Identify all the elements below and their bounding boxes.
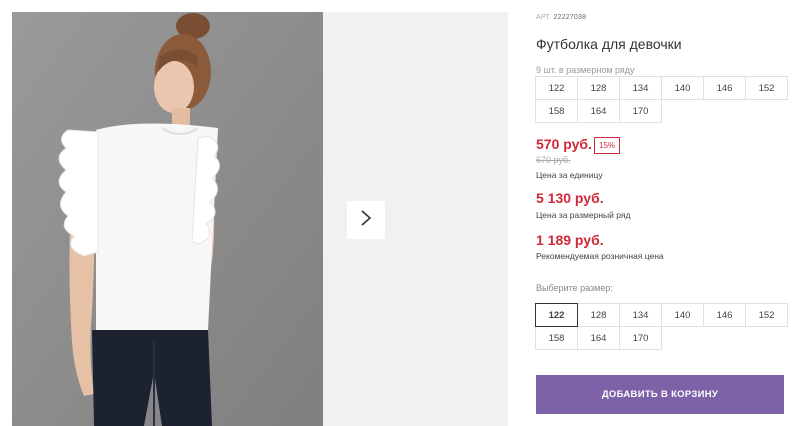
size-row-item: 128 bbox=[577, 76, 620, 100]
article-number: АРТ. 22227038 bbox=[536, 14, 586, 21]
girl-in-white-top-illustration bbox=[12, 12, 323, 426]
product-photo[interactable] bbox=[12, 12, 323, 426]
size-selector: 122 128 134 140 146 152 158 164 170 bbox=[535, 303, 788, 350]
article-label: АРТ. bbox=[536, 14, 552, 21]
size-row-item: 164 bbox=[577, 99, 620, 123]
size-row-item: 152 bbox=[745, 76, 788, 100]
unit-price-label: Цена за единицу bbox=[536, 170, 603, 180]
size-option[interactable]: 128 bbox=[577, 303, 620, 327]
unit-price: 570 руб. bbox=[536, 136, 592, 152]
size-row-note: 9 шт. в размерном ряду bbox=[536, 65, 635, 75]
size-option[interactable]: 140 bbox=[661, 303, 704, 327]
add-to-cart-button[interactable]: ДОБАВИТЬ В КОРЗИНУ bbox=[536, 375, 784, 414]
size-row-item: 170 bbox=[619, 99, 662, 123]
size-option[interactable]: 134 bbox=[619, 303, 662, 327]
size-option[interactable]: 122 bbox=[535, 303, 578, 327]
chevron-right-icon bbox=[360, 209, 372, 232]
size-row-item: 146 bbox=[703, 76, 746, 100]
size-row-item: 140 bbox=[661, 76, 704, 100]
size-row-item: 122 bbox=[535, 76, 578, 100]
size-option[interactable]: 158 bbox=[535, 326, 578, 350]
size-option[interactable]: 164 bbox=[577, 326, 620, 350]
product-gallery bbox=[12, 12, 508, 426]
retail-price-label: Рекомендуемая розничная цена bbox=[536, 251, 664, 261]
size-row-item: 158 bbox=[535, 99, 578, 123]
size-option[interactable]: 152 bbox=[745, 303, 788, 327]
choose-size-label: Выберите размер: bbox=[536, 283, 613, 293]
product-title: Футболка для девочки bbox=[536, 36, 682, 52]
article-value: 22227038 bbox=[553, 14, 587, 21]
retail-price: 1 189 руб. bbox=[536, 232, 604, 248]
size-option[interactable]: 170 bbox=[619, 326, 662, 350]
row-price-label: Цена за размерный ряд bbox=[536, 210, 631, 220]
next-image-button[interactable] bbox=[347, 201, 385, 239]
product-info: АРТ. 22227038 Футболка для девочки 9 шт.… bbox=[535, 0, 800, 426]
old-price: 670 руб. bbox=[536, 155, 571, 165]
size-row-item: 134 bbox=[619, 76, 662, 100]
discount-badge: 15% bbox=[594, 137, 621, 154]
row-price: 5 130 руб. bbox=[536, 190, 604, 206]
size-row-grid: 122 128 134 140 146 152 158 164 170 bbox=[535, 76, 788, 123]
size-option[interactable]: 146 bbox=[703, 303, 746, 327]
